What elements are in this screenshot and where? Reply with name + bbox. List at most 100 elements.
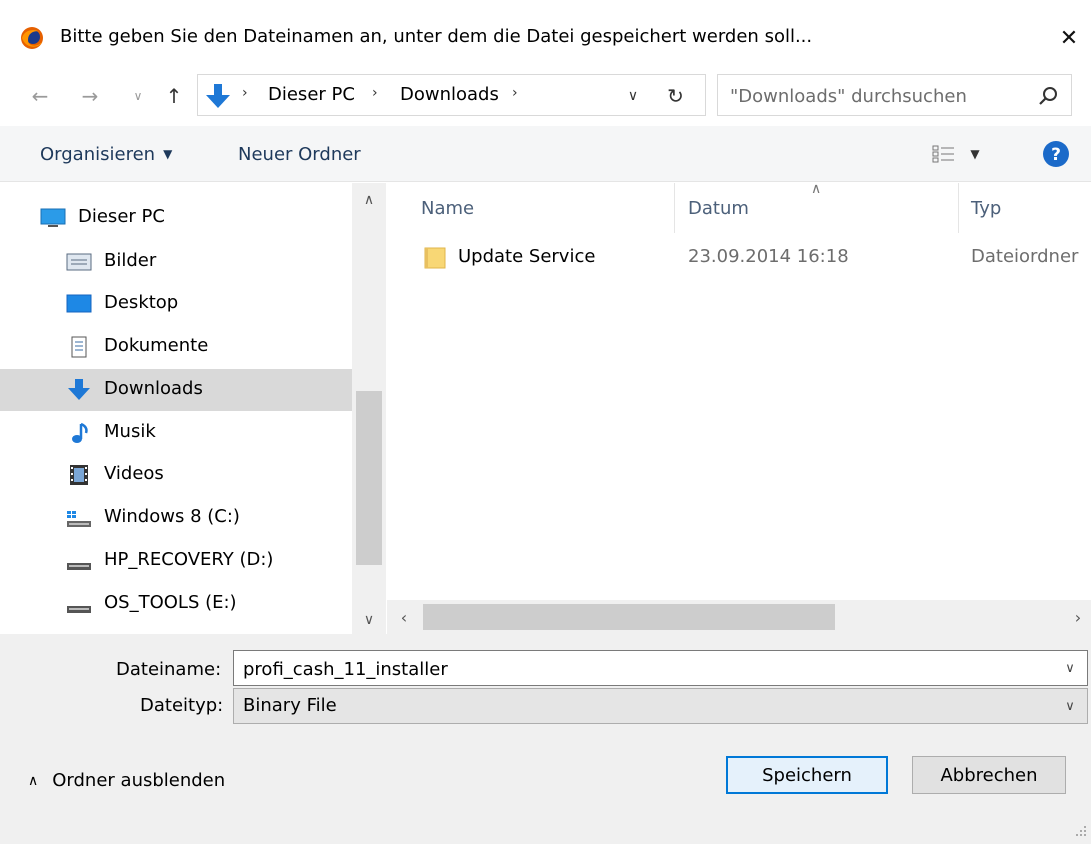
sidebar-item-label: Downloads	[104, 378, 203, 399]
sidebar-item-label: Dieser PC	[78, 206, 165, 227]
cancel-label: Abbrechen	[940, 764, 1038, 786]
chevron-down-icon: ∨	[627, 88, 639, 104]
address-bar[interactable]: › Dieser PC › Downloads › ∨ ↻	[197, 74, 706, 116]
file-type: Dateiordner	[971, 246, 1079, 267]
sidebar-scrollbar[interactable]: ∧ ∨	[352, 183, 386, 634]
sidebar-item-hp-recovery-d[interactable]: HP_RECOVERY (D:)	[0, 540, 352, 582]
chevron-up-icon: ∧	[28, 772, 39, 789]
navigation-pane: Dieser PC Bilder Desktop Dokumente Downl…	[0, 183, 386, 634]
up-button[interactable]: ↑	[158, 80, 190, 112]
film-icon	[70, 465, 88, 485]
file-name: Update Service	[458, 246, 596, 267]
filetype-dropdown-button[interactable]: ∨	[1057, 693, 1083, 719]
hide-folders-label: Ordner ausblenden	[52, 770, 226, 791]
chevron-right-icon[interactable]: ›	[512, 85, 518, 101]
sidebar-item-downloads[interactable]: Downloads	[0, 369, 352, 411]
chevron-down-icon: ∨	[1065, 660, 1075, 676]
close-button[interactable]: ✕	[1052, 20, 1086, 56]
arrow-right-icon: →	[81, 84, 99, 108]
command-toolbar: Organisieren ▼ Neuer Ordner ▼ ?	[0, 126, 1091, 182]
arrow-left-icon: ←	[31, 84, 49, 108]
chevron-left-icon: ‹	[400, 607, 408, 627]
title-bar: Bitte geben Sie den Dateinamen an, unter…	[0, 0, 1091, 76]
search-box[interactable]	[717, 74, 1072, 116]
column-header-date[interactable]: Datum ∧	[675, 181, 959, 233]
column-header-label: Typ	[971, 197, 1002, 219]
recent-locations-button[interactable]: ∨	[126, 80, 150, 112]
refresh-button[interactable]: ↻	[658, 83, 692, 109]
refresh-icon: ↻	[667, 84, 684, 108]
folder-icon	[424, 247, 446, 269]
sidebar-item-label: Musik	[104, 421, 156, 442]
dropdown-triangle-icon: ▼	[163, 147, 173, 161]
sidebar-item-os-tools-e[interactable]: OS_TOOLS (E:)	[0, 583, 352, 625]
search-icon[interactable]	[1034, 83, 1062, 109]
scroll-right-button[interactable]: ›	[1065, 600, 1091, 634]
scrollbar-thumb[interactable]	[423, 604, 835, 630]
save-button[interactable]: Speichern	[726, 756, 888, 794]
resize-grip-icon[interactable]	[1072, 822, 1088, 838]
download-arrow-icon	[68, 379, 90, 400]
chevron-down-icon: ∨	[1065, 698, 1075, 714]
breadcrumb-dieser-pc[interactable]: Dieser PC	[268, 84, 355, 105]
address-dropdown-button[interactable]: ∨	[618, 83, 648, 109]
firefox-icon	[21, 27, 43, 49]
arrow-up-icon: ↑	[165, 84, 183, 108]
chevron-up-icon: ∧	[363, 192, 375, 208]
sidebar-item-label: Dokumente	[104, 335, 209, 356]
new-folder-label: Neuer Ordner	[238, 143, 361, 165]
filetype-value: Binary File	[243, 695, 337, 716]
sidebar-item-desktop[interactable]: Desktop	[0, 283, 352, 325]
table-row[interactable]: Update Service 23.09.2014 16:18 Dateiord…	[387, 237, 1091, 279]
cancel-button[interactable]: Abbrechen	[912, 756, 1066, 794]
column-header-label: Name	[421, 197, 475, 219]
breadcrumb-downloads[interactable]: Downloads	[400, 84, 499, 105]
back-button[interactable]: ←	[24, 80, 56, 112]
search-input[interactable]	[730, 83, 1020, 109]
help-icon[interactable]: ?	[1042, 140, 1070, 168]
column-header-name[interactable]: Name	[387, 183, 675, 233]
filetype-select[interactable]: Binary File ∨	[233, 688, 1088, 724]
filename-label: Dateiname:	[116, 659, 222, 680]
windows-drive-icon	[67, 511, 91, 527]
scroll-down-button[interactable]: ∨	[352, 603, 386, 637]
horizontal-scrollbar[interactable]: ‹ ›	[387, 600, 1091, 634]
filename-input[interactable]	[243, 656, 1043, 682]
chevron-right-icon: ›	[242, 85, 248, 101]
sidebar-item-dokumente[interactable]: Dokumente	[0, 326, 352, 368]
filename-combobox[interactable]: ∨	[233, 650, 1088, 686]
column-header-type[interactable]: Typ	[959, 183, 1091, 233]
forward-button[interactable]: →	[74, 80, 106, 112]
chevron-down-icon: ∨	[133, 89, 143, 103]
svg-text:?: ?	[1051, 145, 1061, 165]
dropdown-triangle-icon: ▼	[970, 147, 980, 161]
hide-folders-toggle[interactable]: ∧ Ordner ausblenden	[28, 770, 225, 791]
scroll-up-button[interactable]: ∧	[352, 183, 386, 217]
close-icon: ✕	[1059, 25, 1079, 51]
drive-icon	[67, 563, 91, 570]
change-view-button[interactable]: ▼	[916, 138, 996, 170]
sidebar-item-label: Windows 8 (C:)	[104, 506, 240, 527]
chevron-right-icon[interactable]: ›	[372, 85, 378, 101]
desktop-icon	[66, 294, 92, 313]
download-arrow-icon	[206, 84, 230, 108]
sidebar-item-dieser-pc[interactable]: Dieser PC	[0, 197, 352, 239]
music-note-icon	[72, 422, 88, 443]
sidebar-item-label: Desktop	[104, 292, 179, 313]
scroll-left-button[interactable]: ‹	[387, 600, 421, 634]
scrollbar-thumb[interactable]	[356, 391, 382, 565]
sidebar-item-bilder[interactable]: Bilder	[0, 241, 352, 283]
sidebar-item-label: HP_RECOVERY (D:)	[104, 549, 274, 570]
document-icon	[71, 336, 87, 358]
organize-button[interactable]: Organisieren ▼	[28, 140, 184, 168]
window-title: Bitte geben Sie den Dateinamen an, unter…	[60, 26, 813, 47]
sidebar-item-videos[interactable]: Videos	[0, 454, 352, 496]
filename-dropdown-button[interactable]: ∨	[1057, 655, 1083, 681]
new-folder-button[interactable]: Neuer Ordner	[226, 140, 373, 168]
column-header-label: Datum	[688, 197, 749, 219]
monitor-icon	[40, 208, 66, 227]
sidebar-item-windows-c[interactable]: Windows 8 (C:)	[0, 497, 352, 539]
filetype-label: Dateityp:	[140, 695, 224, 716]
save-label: Speichern	[762, 764, 852, 786]
sidebar-item-musik[interactable]: Musik	[0, 412, 352, 454]
